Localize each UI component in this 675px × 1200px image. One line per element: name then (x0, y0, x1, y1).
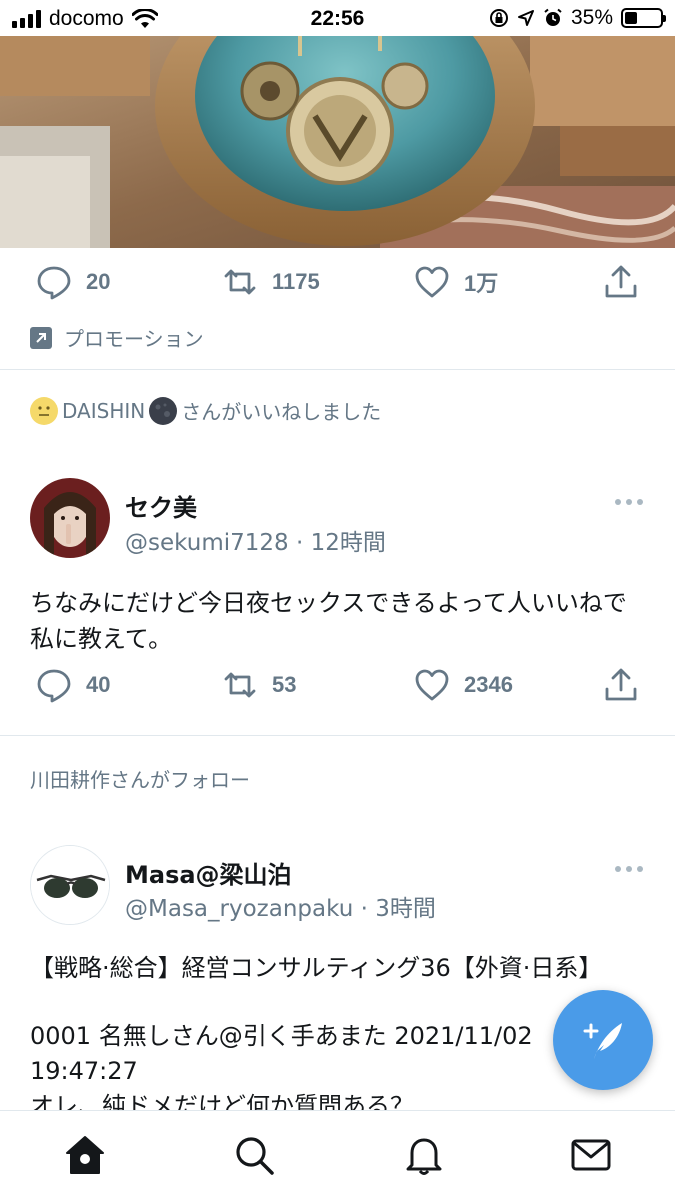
more-options-icon[interactable] (615, 499, 643, 505)
display-name[interactable]: Masa@梁山泊 (125, 855, 292, 890)
retweet-button[interactable]: 1175 (222, 264, 320, 300)
share-button[interactable] (603, 667, 639, 703)
search-icon[interactable] (232, 1133, 276, 1177)
battery-fill (625, 12, 637, 24)
divider (0, 735, 675, 736)
handle-and-time: @Masa_ryozanpaku · 3時間 (125, 889, 436, 923)
tweet-time: · 12時間 (295, 530, 386, 556)
share-icon (605, 265, 637, 298)
like-button[interactable]: 2346 (414, 667, 513, 703)
social-context[interactable]: 川田耕作さんがフォロー (30, 764, 250, 793)
tab-bar (0, 1110, 675, 1200)
like-count: 2346 (464, 672, 513, 697)
like-button[interactable]: 1万 (414, 264, 498, 300)
reply-icon (37, 669, 71, 703)
compose-feather-icon (583, 1023, 622, 1059)
battery-percent: 35% (570, 6, 613, 29)
orientation-lock-icon (489, 9, 508, 27)
retweet-count: 1175 (272, 269, 320, 294)
alarm-icon (544, 8, 562, 26)
promo-tweet-image[interactable] (0, 36, 675, 248)
handle-and-time: @sekumi7128 · 12時間 (125, 523, 386, 557)
promoted-label[interactable]: プロモーション (30, 323, 204, 352)
smiley-emoji-icon (30, 396, 58, 425)
avatar[interactable] (30, 845, 110, 925)
like-count: 1万 (464, 271, 499, 296)
heart-icon (415, 266, 449, 298)
avatar[interactable] (30, 478, 110, 558)
display-name[interactable]: セク美 (125, 488, 197, 523)
social-context[interactable]: DAISHIN さんがいいねしました (30, 396, 381, 425)
promoted-icon (30, 326, 52, 349)
location-icon (517, 10, 534, 26)
tweet-actions: 40 53 2346 (0, 667, 675, 707)
notifications-icon[interactable] (402, 1133, 446, 1177)
handle[interactable]: @Masa_ryozanpaku (125, 896, 353, 922)
retweet-count: 53 (272, 672, 297, 697)
home-icon[interactable] (63, 1133, 107, 1177)
promoted-text: プロモーション (64, 327, 204, 351)
reply-count: 40 (86, 672, 111, 697)
share-button[interactable] (603, 264, 639, 300)
more-options-icon[interactable] (615, 866, 643, 872)
retweet-icon (224, 269, 256, 295)
reply-icon (37, 266, 71, 300)
tweet-text-line: 【戦略·総合】経営コンサルティング36【外資·日系】 (30, 954, 603, 982)
reply-button[interactable]: 40 (36, 667, 110, 703)
heart-icon (415, 669, 449, 701)
tweet-text: ちなみにだけど今日夜セックスできるよって人いいねで私に教えて。 (30, 589, 627, 653)
retweet-icon (224, 672, 256, 698)
reply-button[interactable]: 20 (36, 264, 110, 300)
moon-emoji-icon (149, 396, 178, 425)
handle[interactable]: @sekumi7128 (125, 530, 289, 556)
status-bar: docomo 22:56 35% (0, 0, 675, 36)
compose-tweet-button[interactable] (553, 990, 653, 1090)
battery-icon (621, 8, 666, 28)
social-context-name: DAISHIN (62, 398, 146, 423)
divider (0, 369, 675, 370)
messages-icon[interactable] (569, 1133, 613, 1177)
tweet-time: · 3時間 (360, 896, 436, 922)
tweet-text-line: オレ、純ドメだけど何か質問ある？ (30, 1092, 414, 1110)
share-icon (605, 668, 637, 701)
retweet-button[interactable]: 53 (222, 667, 296, 703)
promo-tweet-actions: 20 1175 1万 (0, 264, 675, 304)
social-context-text: さんがいいねしました (181, 400, 382, 424)
social-context-text: 川田耕作さんがフォロー (30, 768, 250, 792)
reply-count: 20 (86, 269, 111, 294)
